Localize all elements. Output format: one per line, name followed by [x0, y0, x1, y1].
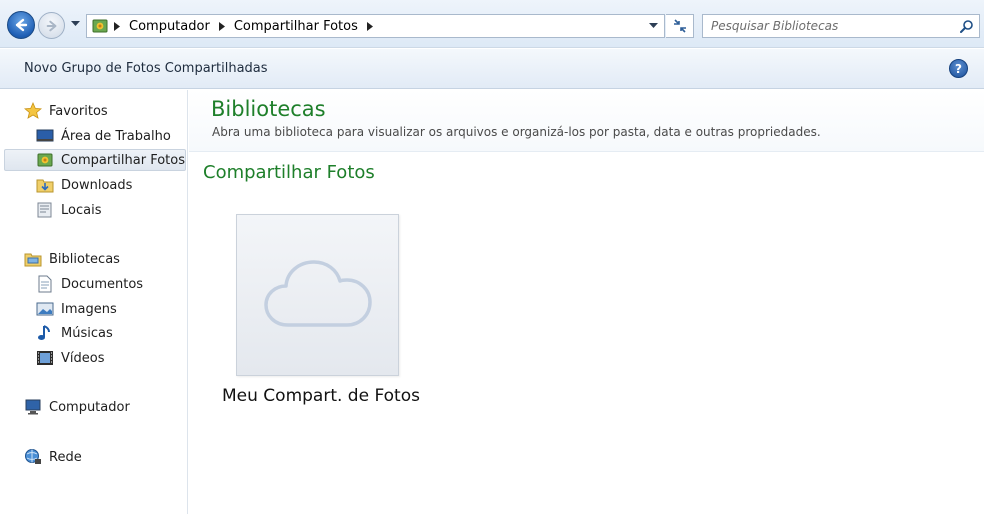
arrow-right-icon — [46, 20, 56, 31]
chevron-down-icon — [70, 21, 80, 26]
chevron-right-icon[interactable] — [362, 18, 378, 34]
library-header: Bibliotecas Abra uma biblioteca para vis… — [189, 90, 984, 152]
sidebar-item-compartilhar-fotos[interactable]: Compartilhar Fotos — [4, 149, 186, 171]
sidebar-item-musicas[interactable]: Músicas — [36, 322, 113, 344]
page-description: Abra uma biblioteca para visualizar os a… — [212, 125, 821, 139]
new-shared-photo-group-button[interactable]: Novo Grupo de Fotos Compartilhadas — [24, 61, 268, 76]
sidebar-item-downloads[interactable]: Downloads — [36, 174, 132, 196]
pictures-icon — [36, 300, 54, 318]
sidebar-item-label: Vídeos — [61, 350, 105, 366]
sidebar-item-videos[interactable]: Vídeos — [36, 347, 104, 369]
page-title: Bibliotecas — [211, 97, 326, 121]
refresh-icon — [673, 19, 686, 33]
recent-pages-dropdown[interactable] — [68, 17, 82, 31]
shared-photos-icon — [36, 151, 54, 169]
sidebar-item-imagens[interactable]: Imagens — [36, 298, 117, 320]
shared-album-tile[interactable] — [236, 214, 399, 376]
breadcrumb-compartilhar-fotos[interactable]: Compartilhar Fotos — [230, 19, 362, 34]
search-box[interactable] — [702, 14, 980, 38]
group-title: Compartilhar Fotos — [203, 162, 375, 183]
shared-photos-icon — [91, 17, 109, 35]
address-history-dropdown[interactable] — [646, 19, 660, 33]
music-note-icon — [36, 324, 54, 342]
chevron-down-icon — [648, 23, 658, 28]
sidebar-item-label: Músicas — [61, 325, 113, 341]
navigation-pane: Favoritos Área de Trabalho Compartilhar … — [0, 90, 188, 514]
sidebar-item-label: Documentos — [61, 276, 144, 292]
sidebar-item-favorites[interactable]: Favoritos — [24, 100, 108, 122]
chevron-right-icon[interactable] — [214, 18, 230, 34]
content-pane: Bibliotecas Abra uma biblioteca para vis… — [189, 90, 984, 514]
chevron-right-icon[interactable] — [109, 18, 125, 34]
libraries-icon — [24, 250, 42, 268]
search-input[interactable] — [711, 19, 959, 33]
command-bar: Novo Grupo de Fotos Compartilhadas ? — [0, 49, 984, 89]
refresh-button[interactable] — [666, 14, 694, 38]
sidebar-item-label: Bibliotecas — [49, 251, 120, 267]
help-icon[interactable]: ? — [949, 59, 968, 78]
forward-button[interactable] — [38, 12, 65, 39]
breadcrumb-computador[interactable]: Computador — [125, 19, 214, 34]
sidebar-item-computador[interactable]: Computador — [24, 396, 130, 418]
sidebar-item-libraries[interactable]: Bibliotecas — [24, 248, 120, 270]
sidebar-item-rede[interactable]: Rede — [24, 446, 82, 468]
sidebar-item-label: Computador — [49, 399, 130, 415]
sidebar-item-label: Favoritos — [49, 103, 108, 119]
address-bar: Computador Compartilhar Fotos — [0, 0, 984, 48]
help-label: ? — [955, 61, 962, 76]
computer-icon — [24, 398, 42, 416]
sidebar-item-desktop[interactable]: Área de Trabalho — [36, 125, 171, 147]
downloads-folder-icon — [36, 176, 54, 194]
network-icon — [24, 448, 42, 466]
sidebar-item-label: Imagens — [61, 301, 117, 317]
search-icon[interactable] — [960, 19, 974, 33]
back-button[interactable] — [7, 11, 35, 39]
sidebar-item-locais[interactable]: Locais — [36, 199, 101, 221]
sidebar-item-label: Área de Trabalho — [61, 128, 171, 144]
desktop-icon — [36, 127, 54, 145]
shared-album-label[interactable]: Meu Compart. de Fotos — [222, 386, 420, 406]
arrow-left-icon — [15, 18, 28, 32]
film-strip-icon — [36, 349, 54, 367]
sidebar-item-label: Compartilhar Fotos — [60, 152, 185, 168]
sidebar-item-documentos[interactable]: Documentos — [36, 273, 143, 295]
sidebar-item-label: Locais — [61, 202, 102, 218]
sidebar-item-label: Rede — [49, 449, 82, 465]
recent-places-icon — [36, 201, 54, 219]
documents-icon — [36, 275, 54, 293]
address-path[interactable]: Computador Compartilhar Fotos — [86, 14, 665, 38]
sidebar-item-label: Downloads — [61, 177, 133, 193]
star-icon — [24, 102, 42, 120]
cloud-icon — [263, 260, 372, 327]
